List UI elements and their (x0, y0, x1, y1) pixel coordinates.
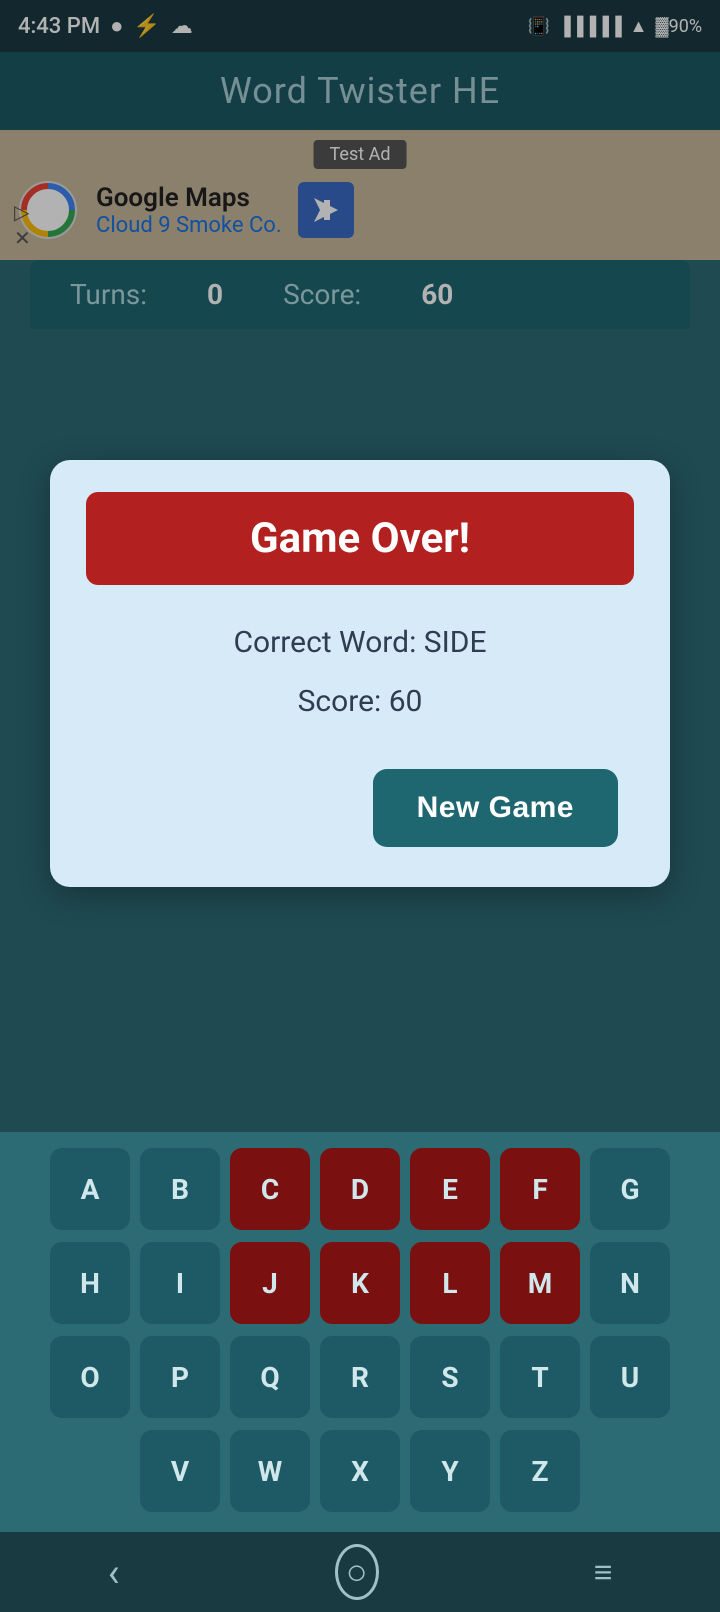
key-y[interactable]: Y (410, 1430, 490, 1512)
key-d[interactable]: D (320, 1148, 400, 1230)
key-z[interactable]: Z (500, 1430, 580, 1512)
home-button[interactable]: ○ (335, 1544, 379, 1600)
key-m[interactable]: M (500, 1242, 580, 1324)
keyboard-area: ABCDEFG HIJKLMN OPQRSTU VWXYZ (0, 1132, 720, 1532)
key-k[interactable]: K (320, 1242, 400, 1324)
key-o[interactable]: O (50, 1336, 130, 1418)
key-p[interactable]: P (140, 1336, 220, 1418)
key-n[interactable]: N (590, 1242, 670, 1324)
key-l[interactable]: L (410, 1242, 490, 1324)
keyboard-row: OPQRSTU (8, 1336, 712, 1418)
key-g[interactable]: G (590, 1148, 670, 1230)
keyboard-row: HIJKLMN (8, 1242, 712, 1324)
dialog-actions: New Game (102, 769, 618, 847)
back-button[interactable]: ‹ (108, 1549, 120, 1596)
keyboard-row: VWXYZ (8, 1430, 712, 1512)
key-j[interactable]: J (230, 1242, 310, 1324)
key-c[interactable]: C (230, 1148, 310, 1230)
menu-button[interactable]: ≡ (594, 1553, 613, 1591)
key-t[interactable]: T (500, 1336, 580, 1418)
dialog-score-display: Score: 60 (102, 684, 618, 719)
new-game-button[interactable]: New Game (373, 769, 618, 847)
key-s[interactable]: S (410, 1336, 490, 1418)
keyboard-row: ABCDEFG (8, 1148, 712, 1230)
key-r[interactable]: R (320, 1336, 400, 1418)
nav-bar: ‹ ○ ≡ (0, 1532, 720, 1612)
key-e[interactable]: E (410, 1148, 490, 1230)
dialog-title: Game Over! (250, 514, 470, 563)
game-over-dialog: Game Over! Correct Word: SIDE Score: 60 … (50, 460, 670, 887)
dialog-title-bar: Game Over! (86, 492, 634, 585)
key-v[interactable]: V (140, 1430, 220, 1512)
key-w[interactable]: W (230, 1430, 310, 1512)
key-h[interactable]: H (50, 1242, 130, 1324)
key-b[interactable]: B (140, 1148, 220, 1230)
key-f[interactable]: F (500, 1148, 580, 1230)
key-u[interactable]: U (590, 1336, 670, 1418)
key-q[interactable]: Q (230, 1336, 310, 1418)
key-x[interactable]: X (320, 1430, 400, 1512)
correct-word-display: Correct Word: SIDE (102, 625, 618, 660)
key-a[interactable]: A (50, 1148, 130, 1230)
key-i[interactable]: I (140, 1242, 220, 1324)
dialog-body: Correct Word: SIDE Score: 60 New Game (86, 625, 634, 847)
